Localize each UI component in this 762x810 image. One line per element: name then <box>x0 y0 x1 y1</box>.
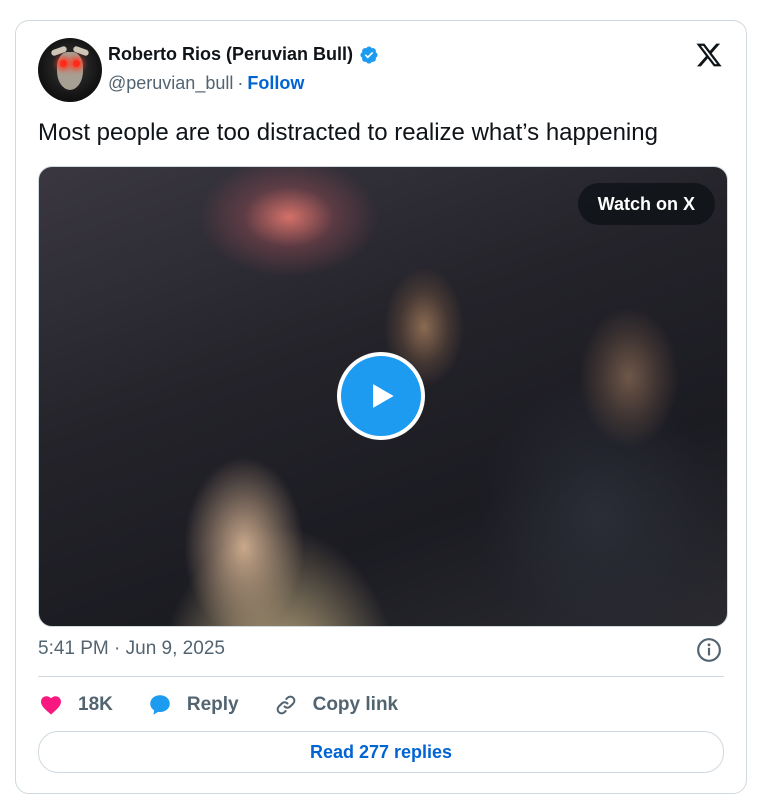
tweet-embed-card: Roberto Rios (Peruvian Bull) @peruvian_b… <box>15 20 747 794</box>
play-button[interactable] <box>337 352 425 440</box>
avatar[interactable] <box>38 38 102 102</box>
author-name-row: Roberto Rios (Peruvian Bull) <box>108 44 379 65</box>
speech-bubble-icon <box>150 695 170 715</box>
author-name[interactable]: Roberto Rios (Peruvian Bull) <box>108 44 353 65</box>
reply-button[interactable]: Reply <box>147 692 239 718</box>
author-handle-row: @peruvian_bull · Follow <box>108 73 304 94</box>
heart-icon <box>41 696 61 715</box>
x-logo-icon[interactable] <box>694 41 724 69</box>
tweet-text: Most people are too distracted to realiz… <box>38 119 658 146</box>
copy-link-label: Copy link <box>312 694 399 715</box>
copy-link-button[interactable]: Copy link <box>273 692 399 718</box>
avatar-bull-head <box>57 52 83 90</box>
play-icon <box>373 384 394 408</box>
read-replies-button[interactable]: Read 277 replies <box>38 731 724 773</box>
avatar-eye-right <box>73 60 80 67</box>
action-bar: 18K Reply Copy link <box>38 689 432 721</box>
info-icon[interactable] <box>696 637 722 663</box>
reply-label: Reply <box>186 694 239 715</box>
link-icon <box>276 695 295 715</box>
video-media[interactable]: Watch on X <box>38 166 728 627</box>
watch-on-x-button[interactable]: Watch on X <box>577 183 715 225</box>
like-count: 18K <box>78 694 113 715</box>
follow-button[interactable]: Follow <box>247 73 304 94</box>
separator-dot: · <box>237 73 244 93</box>
divider <box>38 676 724 677</box>
verified-badge-icon <box>360 45 378 64</box>
author-handle[interactable]: @peruvian_bull <box>108 73 233 94</box>
tweet-timestamp[interactable]: 5:41 PM · Jun 9, 2025 <box>38 638 225 660</box>
avatar-eye-left <box>60 60 67 67</box>
like-button[interactable]: 18K <box>38 692 113 718</box>
